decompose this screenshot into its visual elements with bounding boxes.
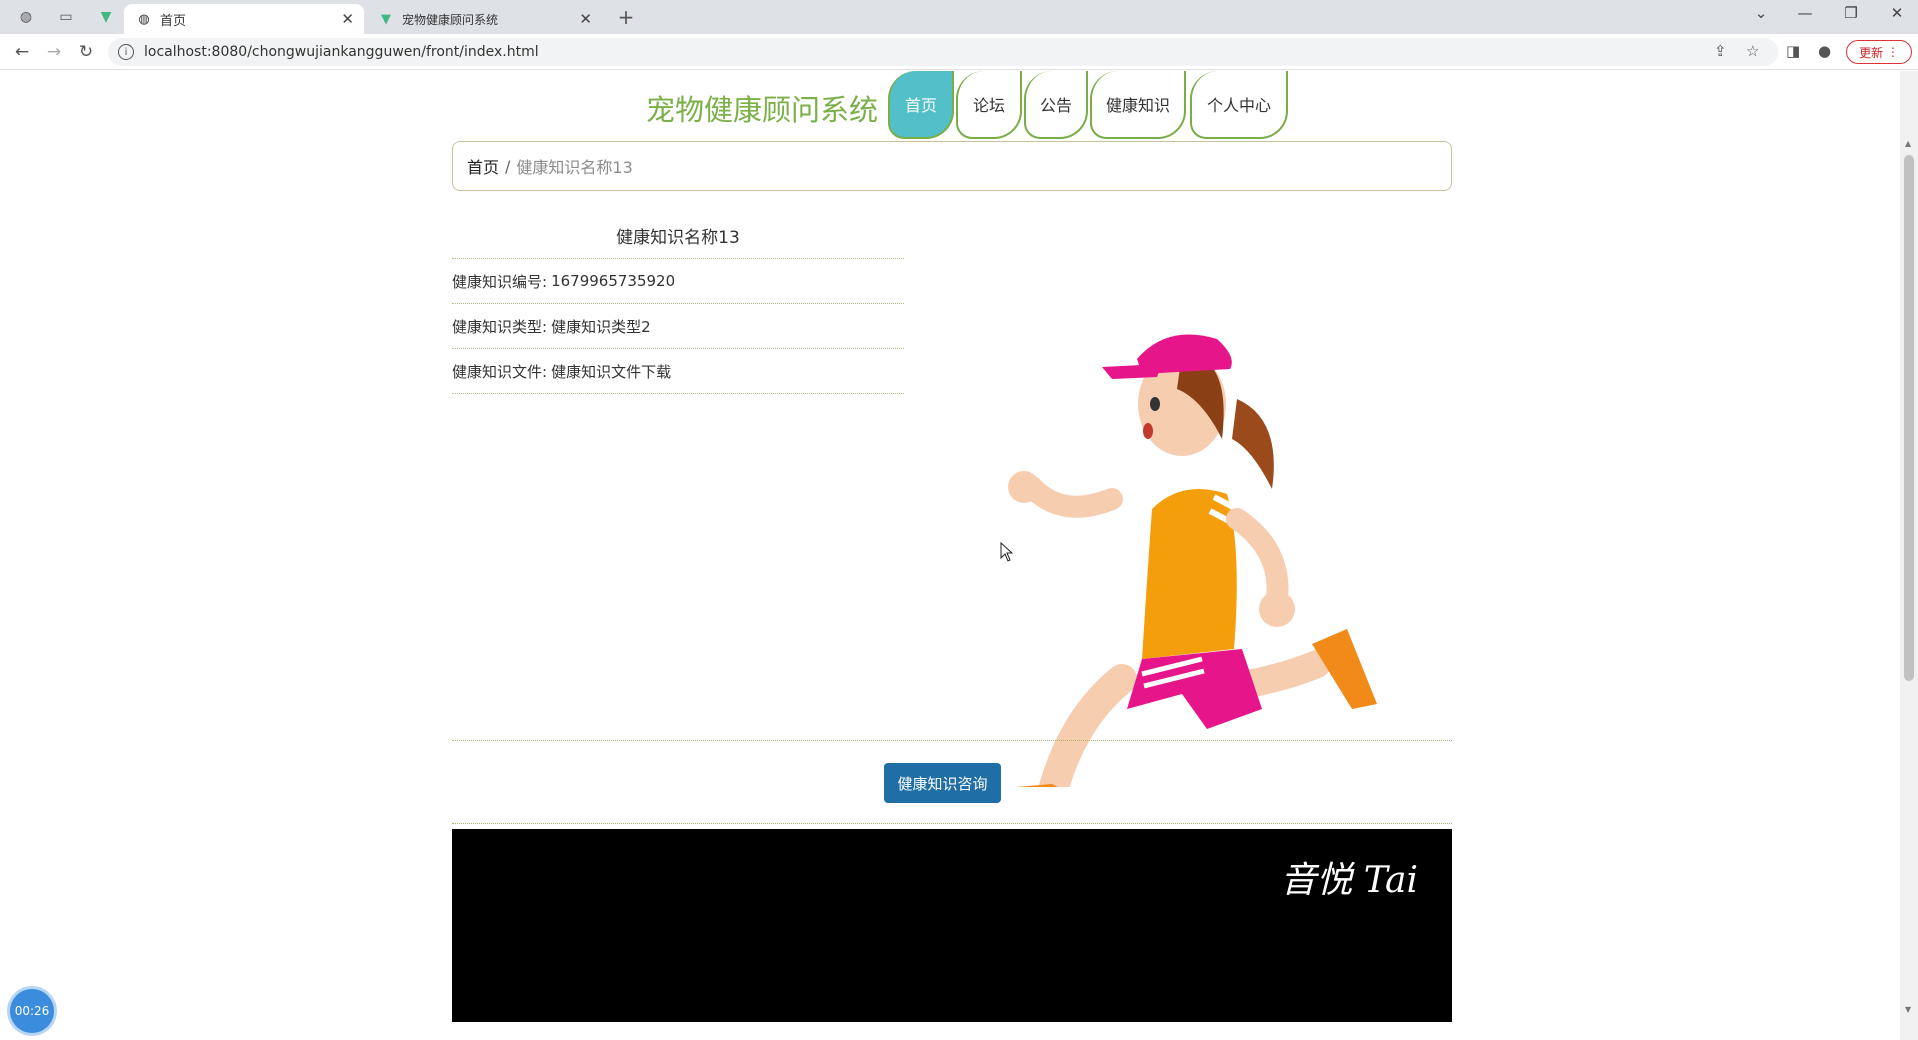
field-label: 健康知识类型: bbox=[452, 317, 548, 336]
window-close-icon[interactable]: ✕ bbox=[1882, 4, 1912, 22]
url-text[interactable]: localhost:8080/chongwujiankangguwen/fron… bbox=[144, 44, 539, 60]
video-watermark: 音悦 Tai bbox=[1280, 860, 1418, 901]
tab-title: 首页 bbox=[160, 13, 187, 29]
address-bar[interactable]: i localhost:8080/chongwujiankangguwen/fr… bbox=[108, 38, 1778, 66]
nav-tab-health-knowledge[interactable]: 健康知识 bbox=[1090, 71, 1186, 139]
chevron-down-icon[interactable]: ⌄ bbox=[1746, 4, 1776, 22]
divider bbox=[452, 740, 1452, 741]
recording-timer: 00:26 bbox=[10, 989, 54, 1033]
share-icon[interactable]: ⇪ bbox=[1714, 42, 1727, 60]
consult-button-label: 健康知识咨询 bbox=[897, 774, 988, 793]
field-row-file: 健康知识文件: 健康知识文件下载 bbox=[452, 349, 904, 394]
info-icon[interactable]: i bbox=[118, 44, 134, 60]
forward-icon[interactable]: → bbox=[42, 42, 66, 62]
globe-icon[interactable]: ◍ bbox=[14, 6, 38, 28]
nav-tab-notice[interactable]: 公告 bbox=[1024, 71, 1088, 139]
knowledge-title: 健康知识名称13 bbox=[616, 228, 740, 248]
field-value: 健康知识类型2 bbox=[551, 317, 651, 336]
restore-icon[interactable]: ❐ bbox=[1836, 4, 1866, 22]
profile-icon[interactable]: ● bbox=[1818, 42, 1831, 60]
update-label: 更新 bbox=[1859, 45, 1884, 60]
globe-icon: ◍ bbox=[138, 11, 150, 27]
minimize-icon[interactable]: — bbox=[1790, 4, 1820, 22]
close-icon[interactable]: ✕ bbox=[341, 10, 354, 28]
browser-tab-system[interactable]: ▼ 宠物健康顾问系统 ✕ bbox=[366, 4, 602, 34]
divider bbox=[452, 823, 1452, 824]
star-icon[interactable]: ☆ bbox=[1746, 42, 1759, 60]
nav-label: 个人中心 bbox=[1206, 96, 1271, 115]
video-player[interactable]: 音悦 Tai bbox=[452, 829, 1452, 1022]
timer-text: 00:26 bbox=[14, 1004, 50, 1018]
page-content: 宠物健康顾问系统 首页 论坛 公告 健康知识 个人中心 首页 / 健康知识名称1… bbox=[0, 71, 1900, 1040]
update-button[interactable]: 更新 ⋮ bbox=[1846, 40, 1912, 64]
blank-tab-icon[interactable]: ▭ bbox=[54, 6, 78, 28]
field-label: 健康知识文件: bbox=[452, 362, 548, 381]
browser-toolbar: ← → ↻ i localhost:8080/chongwujiankanggu… bbox=[0, 34, 1918, 70]
browser-tab-strip: ◍ ▭ ▼ ◍ 首页 ✕ ▼ 宠物健康顾问系统 ✕ + ⌄ — ❐ ✕ bbox=[0, 0, 1918, 34]
nav-label: 论坛 bbox=[972, 96, 1005, 115]
breadcrumb: 首页 / 健康知识名称13 bbox=[452, 141, 1452, 191]
site-title: 宠物健康顾问系统 bbox=[646, 93, 879, 127]
nav-tab-personal-center[interactable]: 个人中心 bbox=[1190, 71, 1288, 139]
scrollbar-thumb[interactable] bbox=[1904, 155, 1914, 681]
nav-label: 健康知识 bbox=[1105, 96, 1170, 115]
consult-button[interactable]: 健康知识咨询 bbox=[884, 763, 1001, 803]
field-value: 1679965735920 bbox=[551, 272, 676, 290]
browser-tab-home[interactable]: ◍ 首页 ✕ bbox=[124, 4, 364, 34]
nav-label: 首页 bbox=[904, 96, 937, 115]
breadcrumb-separator: / bbox=[505, 156, 511, 176]
field-row-type: 健康知识类型: 健康知识类型2 bbox=[452, 304, 904, 349]
close-icon[interactable]: ✕ bbox=[579, 10, 592, 28]
scroll-up-icon[interactable]: ▲ bbox=[1905, 139, 1911, 148]
tab-title: 宠物健康顾问系统 bbox=[402, 12, 499, 27]
side-panel-icon[interactable]: ◨ bbox=[1786, 42, 1800, 60]
runner-illustration bbox=[1008, 334, 1377, 787]
nav-label: 公告 bbox=[1039, 96, 1072, 115]
file-download-link[interactable]: 健康知识文件下载 bbox=[551, 361, 671, 382]
scroll-down-icon[interactable]: ▼ bbox=[1905, 1005, 1911, 1014]
breadcrumb-home[interactable]: 首页 bbox=[467, 154, 499, 178]
back-icon[interactable]: ← bbox=[10, 42, 34, 62]
field-label: 健康知识编号: bbox=[452, 272, 548, 291]
nav-tab-home[interactable]: 首页 bbox=[888, 71, 954, 139]
field-row-number: 健康知识编号: 1679965735920 bbox=[452, 259, 904, 304]
reload-icon[interactable]: ↻ bbox=[74, 42, 98, 62]
vue-icon: ▼ bbox=[381, 11, 391, 27]
mouse-cursor-icon bbox=[1000, 542, 1014, 562]
new-tab-icon[interactable]: + bbox=[614, 5, 638, 29]
breadcrumb-current: 健康知识名称13 bbox=[516, 158, 633, 177]
vue-icon[interactable]: ▼ bbox=[94, 6, 118, 28]
scrollbar[interactable]: ▲ ▼ bbox=[1900, 71, 1918, 1040]
nav-tab-forum[interactable]: 论坛 bbox=[956, 71, 1022, 139]
